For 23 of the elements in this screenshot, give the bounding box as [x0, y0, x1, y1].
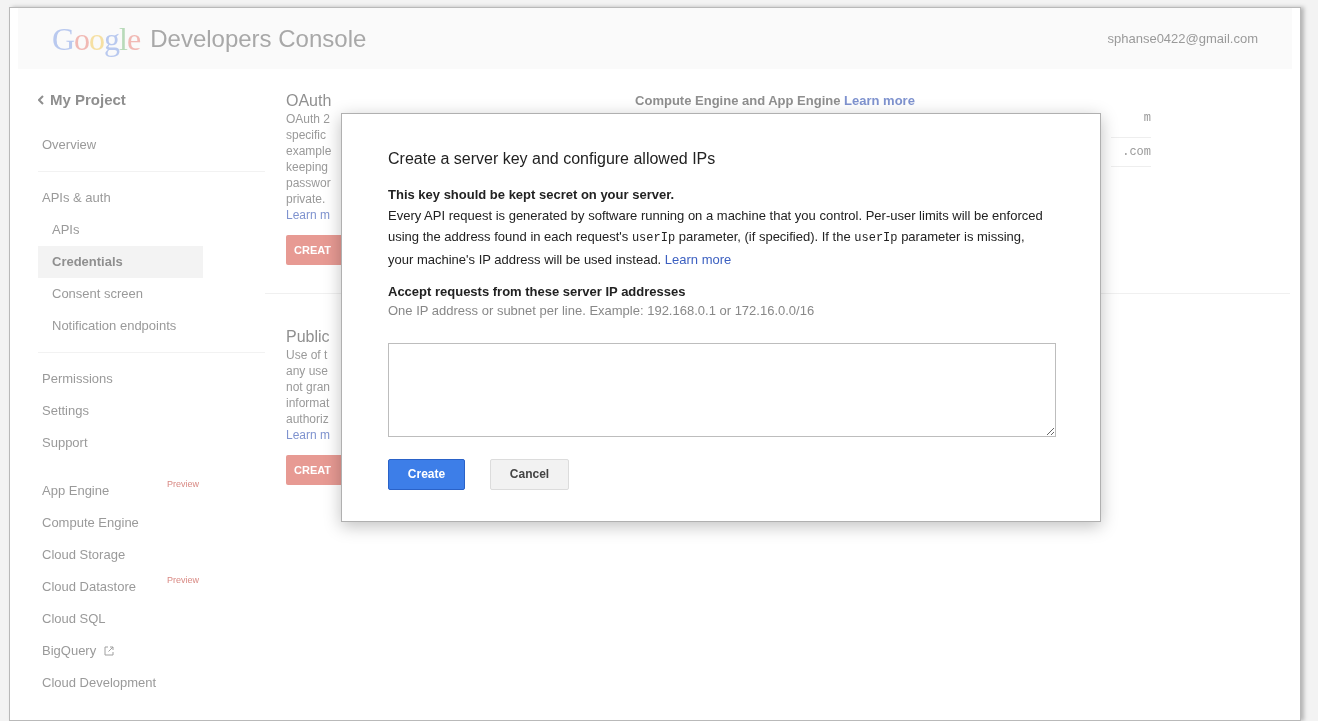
section-text: specific [286, 127, 327, 143]
fragment-text: m [1143, 110, 1151, 127]
section-title: Public [286, 327, 331, 347]
section-heading: Compute Engine and App Engine Learn more [635, 92, 915, 109]
section-title: OAuth [286, 91, 333, 111]
section-text: informat [286, 395, 331, 411]
field-hint: One IP address or subnet per line. Example: 192.168.0.1 or 172.16.0.0/16 [388, 302, 816, 320]
section-text: private. [286, 191, 327, 207]
dialog-title: Create a server key and configure allowed IPs [388, 149, 717, 169]
section-text: not gran [286, 379, 332, 395]
section-text: any use [286, 363, 330, 379]
section-text: passwor [286, 175, 332, 191]
section-text: authoriz [286, 411, 330, 427]
section-text: Use of t [286, 347, 329, 363]
warning-text: This key should be kept secret on your server. [388, 186, 676, 204]
section-text: keeping [286, 159, 330, 175]
description-text: Every API request is generated by software running on a machine that you control. Per-user limits will be enforced using the address found in each request's userIp parameter, (if specified). If the userIp parameter is missing, your machine's IP address will be used instead. Learn more [388, 206, 1044, 269]
preview-label: Preview [167, 478, 199, 491]
preview-label: Preview [167, 574, 199, 587]
product-name: Developers Console [150, 23, 367, 54]
section-text: example [286, 143, 333, 159]
section-text: OAuth 2 [286, 111, 332, 127]
field-label: Accept requests from these server IP addresses [388, 282, 687, 301]
